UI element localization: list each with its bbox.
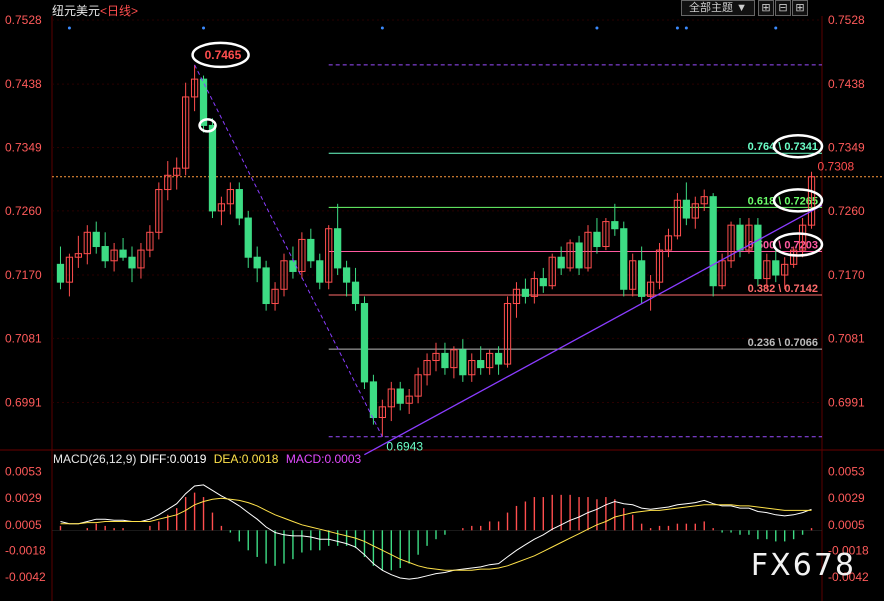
price-tick-left: 0.7349 — [5, 141, 42, 155]
price-tick-right: 0.7349 — [828, 141, 865, 155]
candle-body — [351, 281, 360, 305]
fib-level-label: 0.618 \ 0.7265 — [748, 195, 818, 207]
theme-selector-label: 全部主题 — [689, 2, 734, 14]
candle-body — [593, 231, 601, 248]
macd-tick-left: 0.0053 — [5, 465, 42, 479]
event-marker — [202, 26, 206, 30]
macd-tick-left: 0.0029 — [5, 491, 42, 505]
candle-body — [611, 221, 619, 230]
fib-level-label: 0.764 \ 0.7341 — [748, 141, 818, 153]
candle-body — [620, 228, 628, 290]
macd-tick-right: 0.0029 — [828, 491, 865, 505]
candle-body — [101, 246, 109, 262]
event-marker — [774, 26, 778, 30]
candle-body — [307, 238, 315, 262]
macd-diff-value: DIFF:0.0019 — [139, 452, 207, 466]
macd-dea-value: DEA:0.0018 — [213, 452, 279, 466]
fib-swing-line — [194, 64, 383, 437]
candle-body — [441, 352, 449, 369]
candle-body — [92, 231, 100, 248]
candle-body — [459, 349, 467, 376]
macd-legend: MACD(26,12,9) DIFF:0.0019 DEA:0.0018 MAC… — [53, 452, 361, 466]
zoom-in-icon[interactable]: ⊞ — [792, 0, 808, 16]
period-label[interactable]: <日线> — [100, 4, 138, 18]
support-trendline — [364, 204, 823, 456]
event-marker — [380, 26, 384, 30]
candle-body — [289, 260, 297, 272]
price-tick-left: 0.6991 — [5, 396, 42, 410]
price-tick-right: 0.6991 — [828, 396, 865, 410]
candle-body — [369, 381, 378, 419]
candle-body — [244, 217, 252, 258]
price-tick-right: 0.7260 — [828, 204, 865, 218]
zoom-out-icon[interactable]: ⊟ — [775, 0, 791, 16]
candle-body — [709, 196, 717, 287]
candle-body — [253, 256, 261, 269]
candle-body — [521, 288, 530, 297]
candle-body — [342, 267, 351, 283]
candle-body — [262, 267, 270, 305]
event-marker — [684, 26, 688, 30]
macd-value: MACD:0.0003 — [285, 452, 362, 466]
candle-body — [557, 256, 565, 269]
candle-body — [235, 189, 243, 219]
theme-selector[interactable]: 全部主题 ▼ — [681, 0, 755, 16]
price-tick-left: 0.7170 — [5, 268, 42, 282]
candle-body — [119, 249, 127, 258]
candle-body — [396, 388, 404, 404]
candle-body — [754, 224, 762, 280]
chevron-down-icon: ▼ — [736, 2, 747, 14]
watermark: FX678 — [750, 548, 856, 583]
low-price-label: 0.6943 — [386, 440, 423, 454]
candle-body — [477, 360, 485, 369]
event-marker — [67, 26, 71, 30]
candle-body — [575, 242, 583, 269]
fib-level-label: 0.236 \ 0.7066 — [748, 337, 818, 349]
candle-body — [208, 124, 217, 212]
price-tick-right: 0.7438 — [828, 77, 865, 91]
macd-tick-left: -0.0042 — [5, 570, 46, 584]
price-tick-left: 0.7438 — [5, 77, 42, 91]
price-tick-left: 0.7528 — [5, 13, 42, 27]
macd-tick-right: 0.0005 — [828, 518, 865, 532]
candle-body — [539, 278, 547, 287]
instrument-name: 纽元美元 — [52, 4, 101, 18]
event-marker — [675, 26, 679, 30]
candle-body — [334, 228, 342, 269]
chart-title: 纽元美元<日线> — [52, 2, 138, 19]
candle-body — [494, 352, 503, 365]
price-tick-right: 0.7528 — [828, 13, 865, 27]
grid-icon[interactable]: ⊞ — [758, 0, 774, 16]
macd-params: MACD(26,12,9) — [53, 452, 137, 466]
candle-body — [638, 260, 646, 297]
candle-body — [360, 303, 369, 383]
last-price-label: 0.7308 — [818, 160, 855, 174]
event-marker — [595, 26, 599, 30]
price-tick-right: 0.7170 — [828, 268, 865, 282]
candle-body — [772, 260, 780, 276]
price-tick-left: 0.7081 — [5, 331, 42, 345]
candle-body — [128, 256, 136, 269]
candle-body — [736, 224, 744, 251]
price-tick-right: 0.7081 — [828, 331, 865, 345]
macd-tick-left: 0.0005 — [5, 518, 42, 532]
chart-canvas[interactable]: 0.7528 0.7528 0.7438 0.7438 0.7349 0.7349 0.72… — [0, 0, 884, 601]
candle-body — [316, 260, 324, 283]
high-price-label: 0.7465 — [205, 48, 242, 62]
candle-body — [56, 263, 65, 283]
macd-tick-left: -0.0018 — [5, 543, 46, 557]
macd-tick-right: 0.0053 — [828, 465, 865, 479]
candle-body — [682, 199, 690, 219]
price-tick-left: 0.7260 — [5, 204, 42, 218]
